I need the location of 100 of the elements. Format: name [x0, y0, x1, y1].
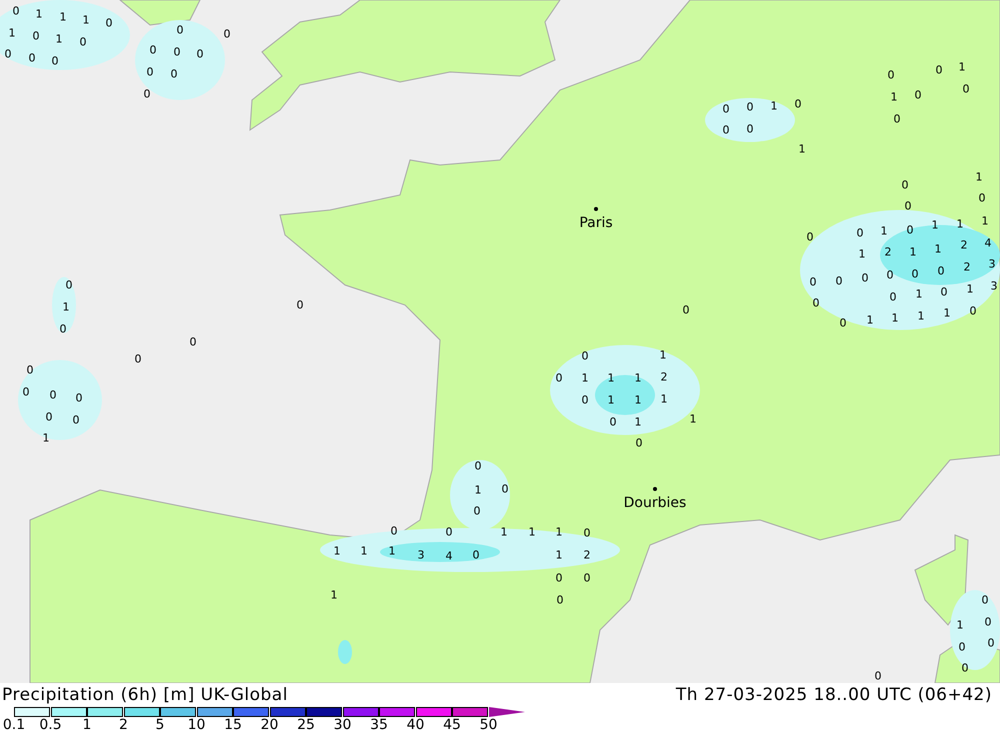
legend-label: 15: [224, 717, 242, 733]
precipitation-value-label: 1: [958, 60, 966, 74]
precipitation-value-label: 0: [584, 526, 590, 540]
precipitation-value-label: 0: [912, 268, 918, 280]
precipitation-value-label: 0: [914, 88, 922, 102]
precipitation-value-label: 0: [134, 352, 142, 366]
precipitation-value-label: 0: [584, 572, 590, 584]
precipitation-value-label: 1: [944, 306, 950, 320]
precipitation-value-label: 1: [866, 314, 874, 326]
legend-label: 50: [480, 717, 498, 733]
precipitation-value-label: 0: [746, 122, 754, 136]
precipitation-value-label: 1: [556, 526, 562, 538]
legend-label: 25: [297, 717, 315, 733]
precipitation-value-label: 0: [794, 98, 802, 110]
precipitation-value-label: 0: [988, 636, 994, 650]
precipitation-value-label: 0: [176, 24, 184, 36]
precipitation-value-label: 0: [582, 350, 588, 362]
precipitation-value-label: 3: [990, 280, 998, 292]
precipitation-value-label: 1: [918, 310, 924, 322]
legend-label: 30: [334, 717, 352, 733]
precipitation-value-label: 0: [806, 230, 814, 244]
precipitation-value-label: 0: [474, 460, 482, 472]
precipitation-value-label: 0: [856, 226, 864, 240]
precipitation-value-label: 0: [146, 66, 154, 78]
precipitation-value-label: 0: [224, 28, 230, 40]
precipitation-value-label: 4: [446, 550, 452, 562]
precipitation-value-label: 0: [174, 46, 180, 58]
precipitation-value-label: 1: [62, 300, 70, 314]
precipitation-value-label: 1: [690, 412, 696, 426]
precipitation-value-label: 0: [12, 4, 20, 18]
precipitation-value-label: 0: [26, 364, 34, 376]
precipitation-value-label: 0: [940, 286, 948, 298]
precipitation-value-label: 0: [106, 16, 112, 30]
legend-label: 45: [443, 717, 461, 733]
map-title: Precipitation (6h) [m] UK-Global: [2, 685, 288, 705]
city-dot-icon: [653, 487, 657, 491]
precipitation-value-label: 0: [958, 640, 966, 654]
precipitation-value-label: 2: [964, 260, 970, 274]
precipitation-value-label: 0: [556, 594, 564, 606]
precipitation-value-label: 0: [76, 392, 82, 404]
precipitation-value-label: 1: [660, 348, 666, 362]
precipitation-value-label: 0: [32, 30, 40, 42]
legend-label: 10: [188, 717, 206, 733]
precipitation-value-label: 2: [960, 238, 968, 252]
precipitation-value-label: 0: [52, 54, 58, 68]
precipitation-value-label: 4: [984, 236, 992, 250]
precipitation-value-label: 0: [812, 296, 820, 310]
precipitation-value-label: 1: [798, 142, 806, 156]
city-label: Dourbies: [624, 495, 686, 511]
precipitation-value-label: 0: [984, 616, 992, 628]
precipitation-value-label: 1: [956, 218, 964, 230]
precipitation-value-label: 1: [956, 618, 964, 632]
precipitation-value-label: 1: [976, 170, 982, 184]
precipitation-value-label: 1: [330, 588, 338, 602]
precipitation-value-label: 0: [682, 304, 690, 316]
precipitation-value-label: 2: [884, 246, 892, 258]
precipitation-value-label: 1: [388, 544, 396, 558]
precipitation-value-label: 2: [584, 548, 590, 562]
precipitation-value-label: 1: [966, 282, 974, 296]
city-dot-icon: [594, 207, 598, 211]
precipitation-value-label: 0: [862, 272, 868, 284]
precipitation-value-label: 0: [474, 504, 480, 518]
precipitation-value-label: 0: [46, 410, 52, 424]
precipitation-value-label: 1: [8, 26, 16, 40]
precipitation-value-label: 1: [474, 484, 482, 496]
precipitation-value-label: 2: [660, 370, 668, 384]
precipitation-value-label: 0: [636, 436, 642, 450]
precipitation-value-label: 0: [962, 662, 968, 674]
precipitation-value-label: 0: [888, 68, 894, 82]
precipitation-value-label: 0: [502, 482, 508, 496]
precipitation-value-label: 1: [528, 526, 536, 538]
precipitation-value-label: 3: [988, 258, 996, 270]
legend-label: 0.1: [2, 717, 26, 733]
precipitation-value-label: 1: [36, 8, 42, 20]
precipitation-value-label: 1: [582, 372, 588, 384]
precipitation-value-label: 0: [556, 372, 562, 384]
precipitation-value-label: 1: [858, 248, 866, 260]
precipitation-value-label: 1: [56, 32, 62, 46]
precipitation-value-label: 0: [72, 414, 80, 426]
precipitation-value-label: 0: [722, 124, 730, 136]
precipitation-value-label: 0: [582, 394, 588, 406]
precipitation-value-label: 1: [634, 394, 642, 406]
precipitation-value-label: 1: [916, 288, 922, 300]
precipitation-value-label: 0: [390, 524, 398, 538]
precipitation-value-label: 0: [894, 112, 900, 126]
valid-time: Th 27-03-2025 18..00 UTC (06+42): [676, 685, 992, 705]
precipitation-value-label: 0: [902, 178, 908, 192]
precipitation-value-label: 1: [880, 224, 888, 238]
precipitation-value-label: 0: [962, 82, 970, 96]
precipitation-value-label: 1: [60, 10, 66, 24]
city-label: Paris: [579, 215, 613, 231]
precipitation-value-label: 0: [296, 298, 304, 312]
precipitation-value-label: 0: [970, 304, 976, 318]
precipitation-value-label: 1: [932, 218, 938, 232]
precipitation-value-label: 0: [936, 64, 942, 76]
precipitation-value-label: 3: [418, 548, 424, 562]
precipitation-value-label: 1: [982, 214, 988, 228]
precipitation-value-label: 0: [190, 336, 196, 348]
precipitation-value-label: 0: [938, 264, 944, 278]
precipitation-value-label: 0: [904, 200, 912, 212]
